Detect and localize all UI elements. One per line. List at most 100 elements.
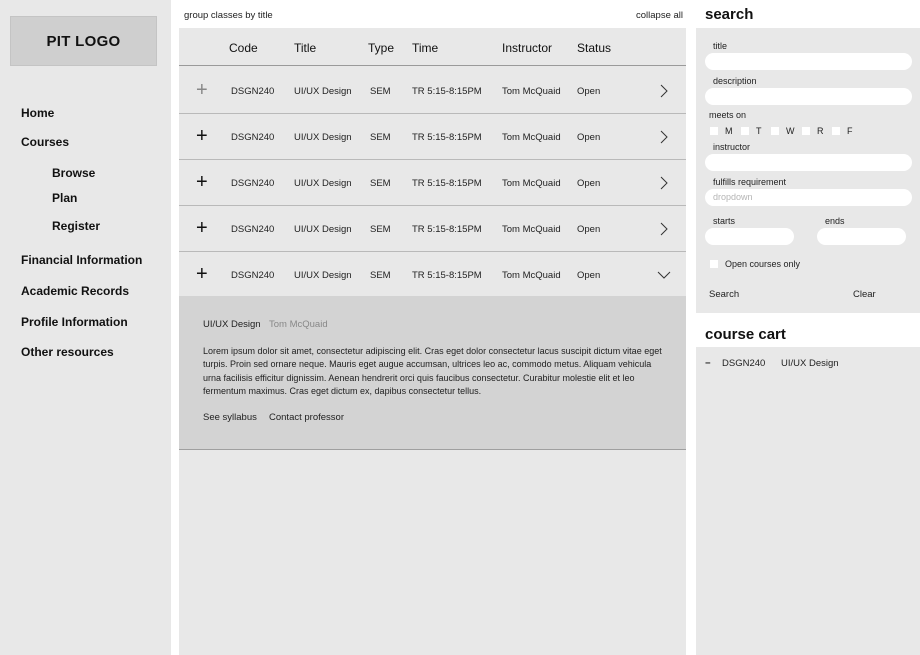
cell-title: UI/UX Design: [294, 132, 352, 143]
cell-type: SEM: [370, 270, 391, 281]
checkbox-icon[interactable]: [771, 127, 779, 135]
checkbox-icon[interactable]: [802, 127, 810, 135]
detail-course-title: UI/UX Design: [203, 319, 261, 330]
clear-button[interactable]: Clear: [853, 289, 876, 300]
table-row[interactable]: + DSGN240 UI/UX Design SEM TR 5:15-8:15P…: [179, 160, 686, 206]
nav-financial-information[interactable]: Financial Information: [21, 253, 142, 267]
cell-time: TR 5:15-8:15PM: [412, 224, 482, 235]
search-button[interactable]: Search: [709, 289, 739, 300]
table-header: Code Title Type Time Instructor Status: [179, 28, 686, 66]
day-checkbox-w[interactable]: W: [771, 126, 795, 136]
open-courses-only-checkbox[interactable]: Open courses only: [710, 259, 800, 269]
cell-code: DSGN240: [231, 224, 275, 235]
nav-browse[interactable]: Browse: [52, 166, 95, 180]
instructor-input[interactable]: [705, 154, 912, 171]
cell-time: TR 5:15-8:15PM: [412, 178, 482, 189]
fulfills-requirement-dropdown[interactable]: dropdown: [705, 189, 912, 206]
cell-time: TR 5:15-8:15PM: [412, 132, 482, 143]
cell-code: DSGN240: [231, 132, 275, 143]
add-to-cart-icon[interactable]: +: [196, 218, 208, 238]
remove-from-cart-icon[interactable]: −: [705, 358, 711, 369]
cell-type: SEM: [370, 224, 391, 235]
cell-code: DSGN240: [231, 178, 275, 189]
cart-item-title: UI/UX Design: [781, 358, 839, 369]
cell-instructor: Tom McQuaid: [502, 86, 561, 97]
cell-status: Open: [577, 270, 601, 281]
table-row[interactable]: + DSGN240 UI/UX Design SEM TR 5:15-8:15P…: [179, 68, 686, 114]
cell-title: UI/UX Design: [294, 224, 352, 235]
cell-type: SEM: [370, 132, 391, 143]
right-panel: search title description meets on M T W …: [696, 0, 920, 655]
chevron-right-icon[interactable]: [657, 222, 671, 236]
instructor-label: instructor: [713, 142, 751, 152]
chevron-down-icon[interactable]: [657, 268, 671, 282]
table-row[interactable]: + DSGN240 UI/UX Design SEM TR 5:15-8:15P…: [179, 206, 686, 252]
cell-status: Open: [577, 86, 601, 97]
meets-on-label: meets on: [709, 110, 747, 120]
search-form: title description meets on M T W R F ins…: [696, 28, 920, 313]
checkbox-icon[interactable]: [741, 127, 749, 135]
see-syllabus-link[interactable]: See syllabus: [203, 412, 257, 423]
dropdown-placeholder: dropdown: [713, 192, 753, 202]
cell-status: Open: [577, 224, 601, 235]
nav-academic-records[interactable]: Academic Records: [21, 284, 129, 298]
course-cart-heading: course cart: [705, 326, 786, 343]
logo: PIT LOGO: [10, 16, 157, 66]
description-input[interactable]: [705, 88, 912, 105]
detail-description: Lorem ipsum dolor sit amet, consectetur …: [203, 346, 662, 397]
header-code[interactable]: Code: [229, 41, 258, 55]
collapse-all-button[interactable]: collapse all: [636, 10, 683, 21]
checkbox-icon[interactable]: [710, 127, 718, 135]
add-to-cart-icon[interactable]: +: [196, 80, 208, 100]
sidebar: PIT LOGO Home Courses Browse Plan Regist…: [0, 0, 171, 655]
header-status[interactable]: Status: [577, 41, 611, 55]
description-label: description: [713, 76, 757, 86]
day-checkbox-r[interactable]: R: [802, 126, 824, 136]
starts-input[interactable]: [705, 228, 794, 245]
day-checkbox-m[interactable]: M: [710, 126, 733, 136]
group-by-title-toggle[interactable]: group classes by title: [184, 10, 273, 21]
chevron-right-icon[interactable]: [657, 130, 671, 144]
title-label: title: [713, 41, 728, 51]
add-to-cart-icon[interactable]: +: [196, 264, 208, 284]
detail-professor: Tom McQuaid: [269, 319, 328, 330]
cell-instructor: Tom McQuaid: [502, 178, 561, 189]
day-checkbox-f[interactable]: F: [832, 126, 853, 136]
course-detail-panel: UI/UX Design Tom McQuaid Lorem ipsum dol…: [179, 296, 686, 450]
day-label: M: [725, 126, 733, 136]
ends-input[interactable]: [817, 228, 906, 245]
header-type[interactable]: Type: [368, 41, 394, 55]
ends-label: ends: [825, 216, 845, 226]
day-label: T: [756, 126, 762, 136]
day-label: R: [817, 126, 824, 136]
day-checkbox-t[interactable]: T: [741, 126, 762, 136]
cell-title: UI/UX Design: [294, 86, 352, 97]
chevron-right-icon[interactable]: [657, 176, 671, 190]
table-row[interactable]: + DSGN240 UI/UX Design SEM TR 5:15-8:15P…: [179, 252, 686, 298]
chevron-right-icon[interactable]: [657, 84, 671, 98]
cell-instructor: Tom McQuaid: [502, 132, 561, 143]
nav-profile-information[interactable]: Profile Information: [21, 315, 128, 329]
contact-professor-link[interactable]: Contact professor: [269, 412, 344, 423]
header-instructor[interactable]: Instructor: [502, 41, 552, 55]
nav-other-resources[interactable]: Other resources: [21, 345, 114, 359]
course-list-panel: group classes by title collapse all Code…: [179, 0, 686, 655]
add-to-cart-icon[interactable]: +: [196, 172, 208, 192]
nav-plan[interactable]: Plan: [52, 191, 77, 205]
checkbox-icon[interactable]: [832, 127, 840, 135]
add-to-cart-icon[interactable]: +: [196, 126, 208, 146]
list-toolbar: group classes by title collapse all: [179, 0, 686, 28]
checkbox-icon[interactable]: [710, 260, 718, 268]
day-label: W: [786, 126, 795, 136]
nav-register[interactable]: Register: [52, 219, 100, 233]
title-input[interactable]: [705, 53, 912, 70]
starts-label: starts: [713, 216, 736, 226]
cell-title: UI/UX Design: [294, 270, 352, 281]
search-heading: search: [705, 6, 754, 23]
header-time[interactable]: Time: [412, 41, 438, 55]
nav-home[interactable]: Home: [21, 106, 54, 120]
header-title[interactable]: Title: [294, 41, 316, 55]
cell-time: TR 5:15-8:15PM: [412, 86, 482, 97]
nav-courses[interactable]: Courses: [21, 135, 69, 149]
table-row[interactable]: + DSGN240 UI/UX Design SEM TR 5:15-8:15P…: [179, 114, 686, 160]
